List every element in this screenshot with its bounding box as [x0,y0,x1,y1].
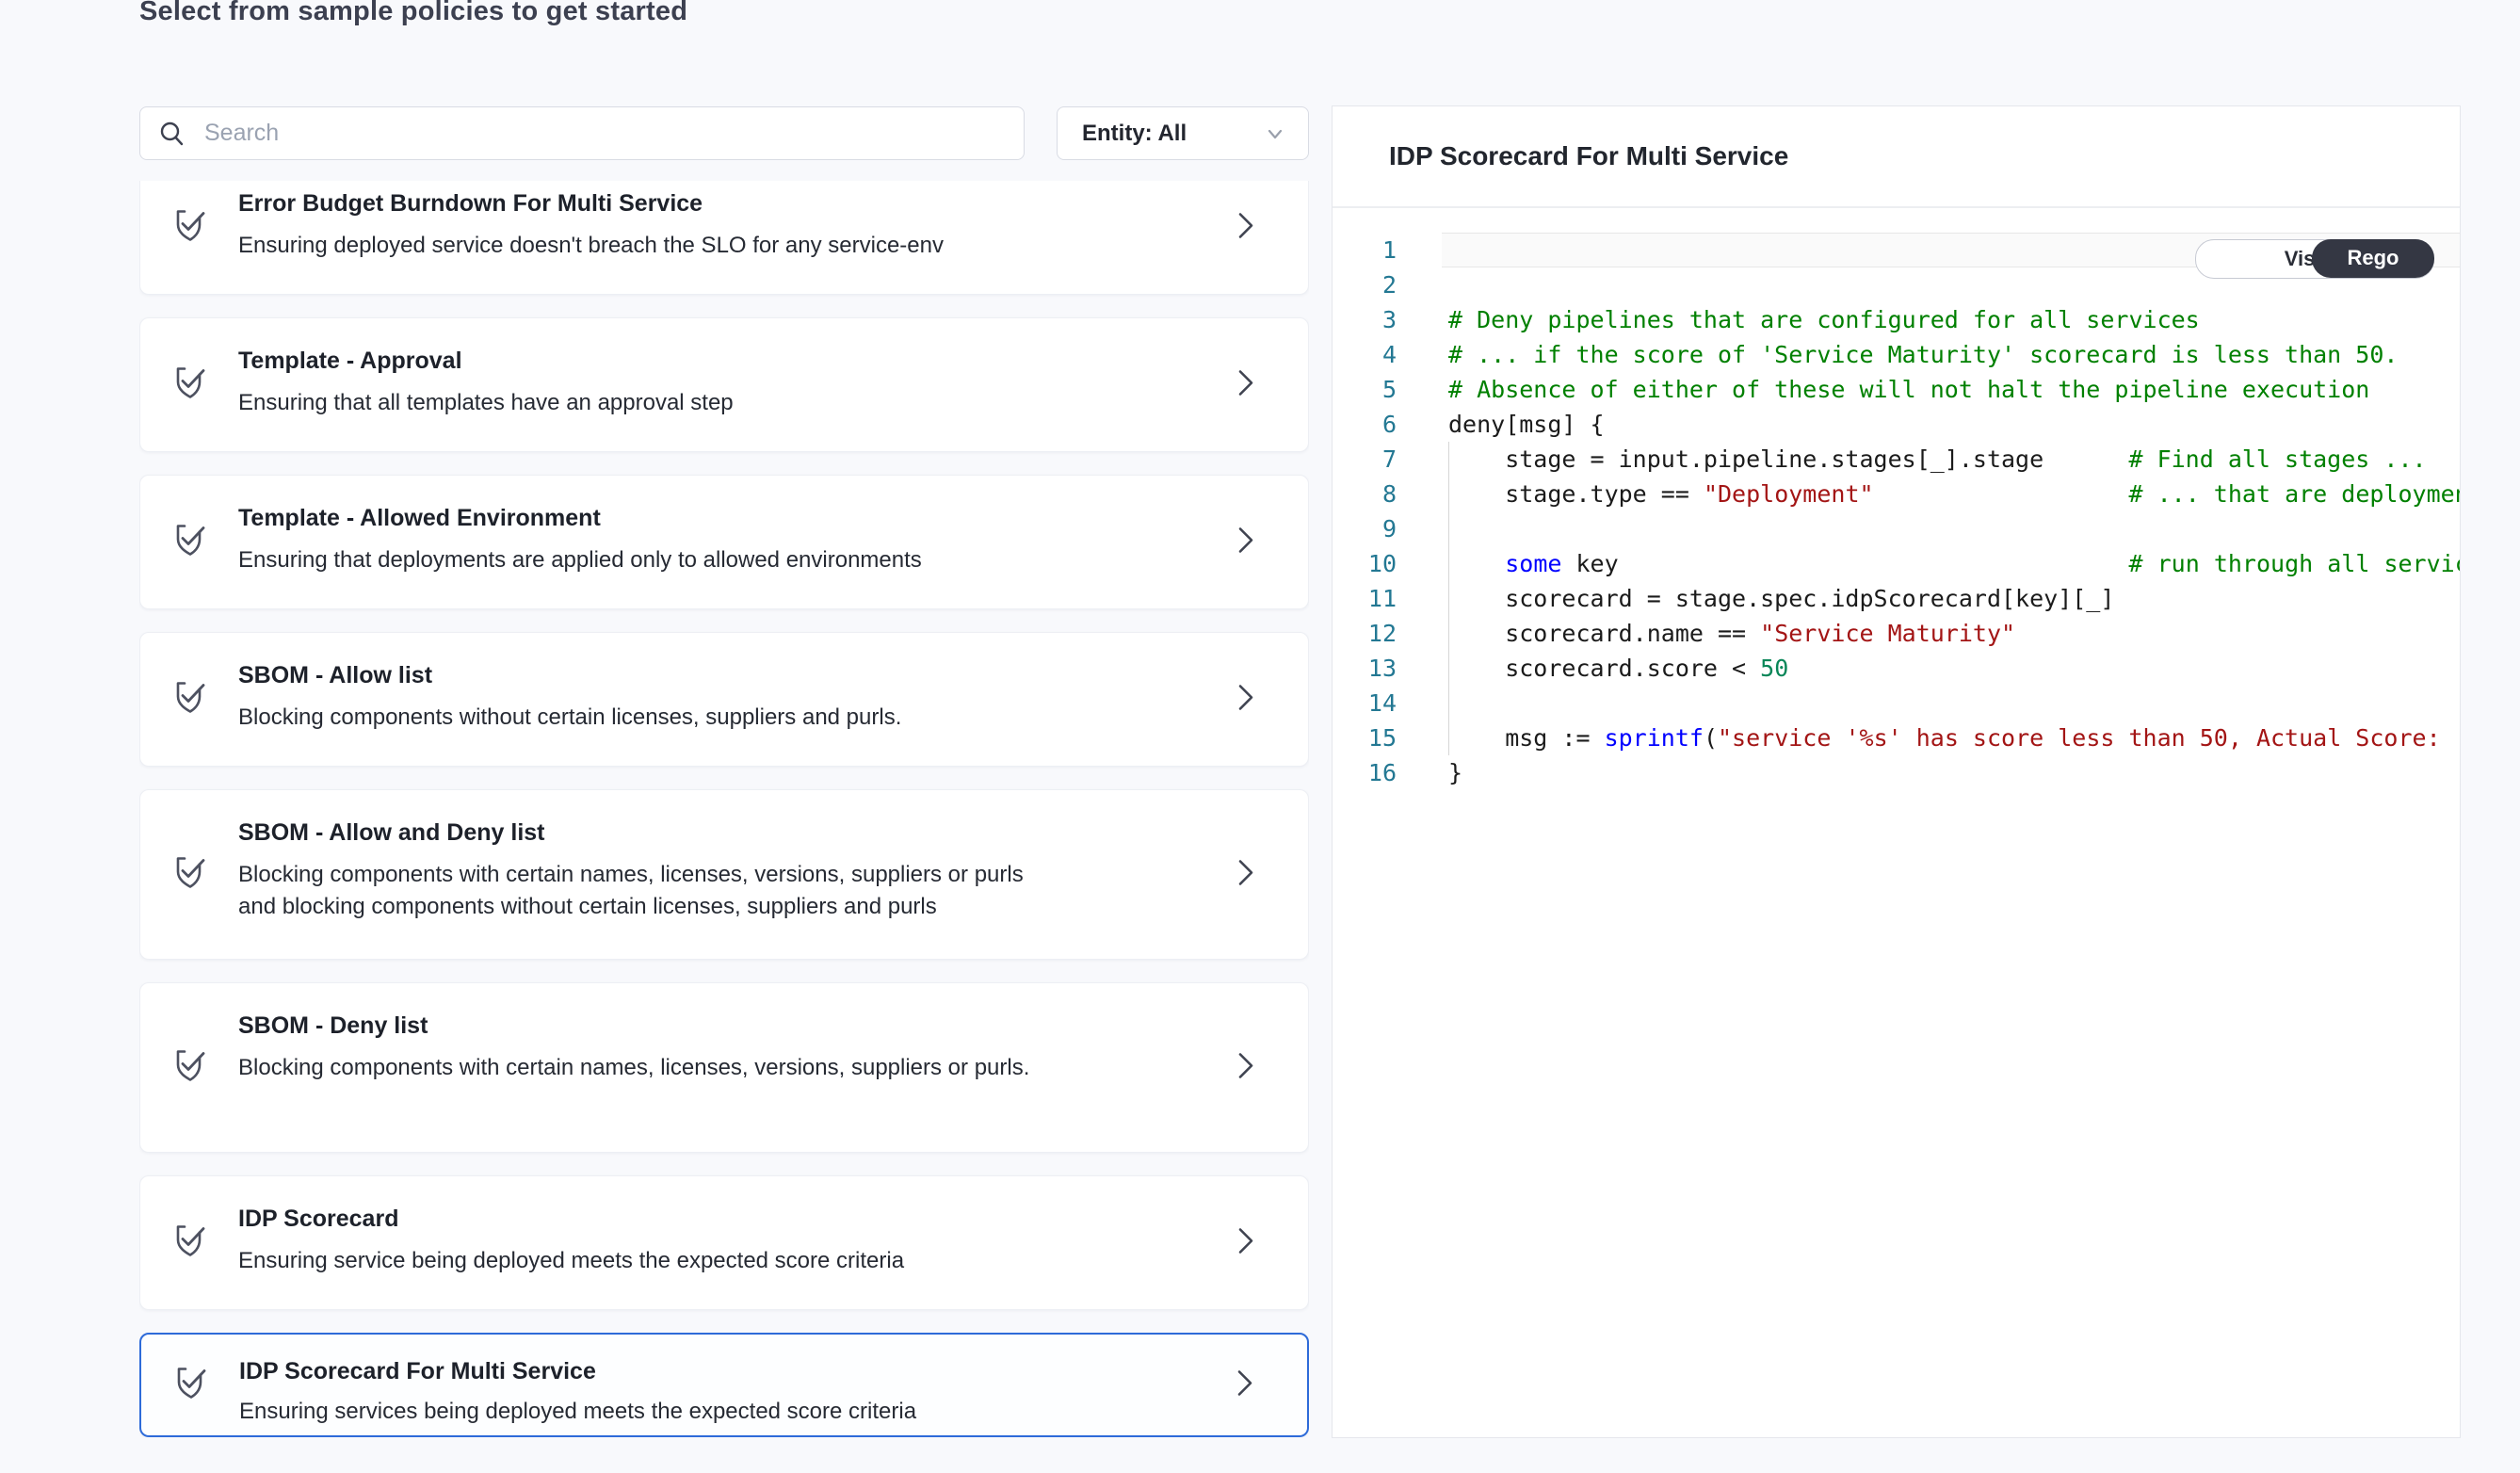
shield-check-icon [169,1219,212,1267]
shield-check-icon [169,518,212,566]
policy-card[interactable]: SBOM - Deny list Blocking components with… [139,982,1309,1153]
policy-card[interactable]: IDP Scorecard Ensuring service being depl… [139,1175,1309,1310]
line-number: 10 [1333,546,1397,581]
policy-card[interactable]: Template - Allowed Environment Ensuring t… [139,475,1309,609]
policy-card-description: Blocking components with certain names, … [238,1052,1067,1084]
shield-check-icon [169,1044,212,1092]
line-number: 3 [1333,302,1397,337]
chevron-right-icon [1231,1047,1259,1088]
line-number: 7 [1333,442,1397,477]
policy-list: Error Budget Burndown For Multi Service E… [139,181,1309,1437]
rego-code-editor[interactable]: 1package pipeline23# Deny pipelines that… [1333,208,2460,790]
code-line: 15 msg := sprintf("service '%s' has scor… [1333,720,2460,755]
page-title: Select from sample policies to get start… [139,0,687,27]
policy-card[interactable]: IDP Scorecard For Multi Service Ensuring … [139,1333,1309,1437]
code-line: 10 some key # run through all services [1333,546,2460,581]
policy-card-description: Ensuring services being deployed meets t… [239,1396,1068,1428]
search-box[interactable] [139,106,1025,160]
code-line: 6deny[msg] { [1333,407,2460,442]
indent-guide [1448,442,1449,755]
chevron-right-icon [1231,1222,1259,1263]
policy-card-title: Template - Approval [238,347,1195,376]
line-number: 2 [1333,267,1397,302]
line-number: 13 [1333,651,1397,686]
entity-filter-dropdown[interactable]: Entity: All [1057,106,1309,160]
policy-card-description: Ensuring that all templates have an appr… [238,387,1067,419]
line-number: 6 [1333,407,1397,442]
policy-card-title: Template - Allowed Environment [238,504,1195,533]
panel-header: IDP Scorecard For Multi Service [1333,106,2460,208]
code-line: 14 [1333,686,2460,720]
policy-card-description: Blocking components without certain lice… [238,702,1067,734]
line-number: 1 [1333,233,1397,267]
code-line: 7 stage = input.pipeline.stages[_].stage… [1333,442,2460,477]
policy-card-title: IDP Scorecard [238,1205,1195,1234]
toggle-rego-button[interactable]: Rego [2312,239,2434,278]
policy-card-title: SBOM - Deny list [238,1012,1195,1041]
line-number: 9 [1333,511,1397,546]
policy-card[interactable]: Template - Approval Ensuring that all tem… [139,317,1309,452]
policy-card-description: Ensuring deployed service doesn't breach… [238,230,1067,262]
shield-check-icon [170,1361,213,1409]
line-number: 16 [1333,755,1397,790]
chevron-right-icon [1231,854,1259,895]
code-line: 9 [1333,511,2460,546]
chevron-right-icon [1230,1365,1258,1405]
shield-check-icon [169,203,212,251]
line-number: 15 [1333,720,1397,755]
line-number: 14 [1333,686,1397,720]
policy-card-description: Ensuring that deployments are applied on… [238,544,1067,576]
line-number: 5 [1333,372,1397,407]
policy-card-description: Blocking components with certain names, … [238,859,1067,923]
shield-check-icon [169,675,212,723]
code-line: 16} [1333,755,2460,790]
policy-card-title: Error Budget Burndown For Multi Service [238,189,1195,219]
code-line: 13 scorecard.score < 50 [1333,651,2460,686]
policy-card[interactable]: SBOM - Allow and Deny list Blocking compo… [139,789,1309,960]
search-icon [157,119,187,149]
chevron-right-icon [1231,207,1259,248]
chevron-right-icon [1231,364,1259,405]
policy-samples-screen: Select from sample policies to get start… [0,0,2520,1473]
policy-card-title: SBOM - Allow and Deny list [238,818,1195,848]
shield-check-icon [169,850,212,898]
chevron-right-icon [1231,522,1259,562]
code-line: 12 scorecard.name == "Service Maturity" [1333,616,2460,651]
code-line: 3# Deny pipelines that are configured fo… [1333,302,2460,337]
policy-card-title: SBOM - Allow list [238,661,1195,690]
shield-check-icon [169,361,212,409]
code-line: 8 stage.type == "Deployment" # ... that … [1333,477,2460,511]
line-number: 4 [1333,337,1397,372]
code-line: 4# ... if the score of 'Service Maturity… [1333,337,2460,372]
policy-detail-panel: IDP Scorecard For Multi Service 1package… [1332,105,2461,1438]
chevron-right-icon [1231,679,1259,720]
panel-title: IDP Scorecard For Multi Service [1389,141,1788,171]
entity-filter-label: Entity: All [1082,121,1187,147]
policy-card-description: Ensuring service being deployed meets th… [238,1245,1067,1277]
policy-card[interactable]: SBOM - Allow list Blocking components wit… [139,632,1309,767]
policy-card-title: IDP Scorecard For Multi Service [239,1357,1194,1386]
line-number: 8 [1333,477,1397,511]
code-line: 5# Absence of either of these will not h… [1333,372,2460,407]
search-input[interactable] [202,119,1007,148]
policy-card[interactable]: Error Budget Burndown For Multi Service E… [139,181,1309,295]
visual-rego-toggle: Visual Rego [2195,239,2434,279]
line-number: 11 [1333,581,1397,616]
chevron-down-icon [1263,121,1287,146]
line-number: 12 [1333,616,1397,651]
code-line: 11 scorecard = stage.spec.idpScorecard[k… [1333,581,2460,616]
